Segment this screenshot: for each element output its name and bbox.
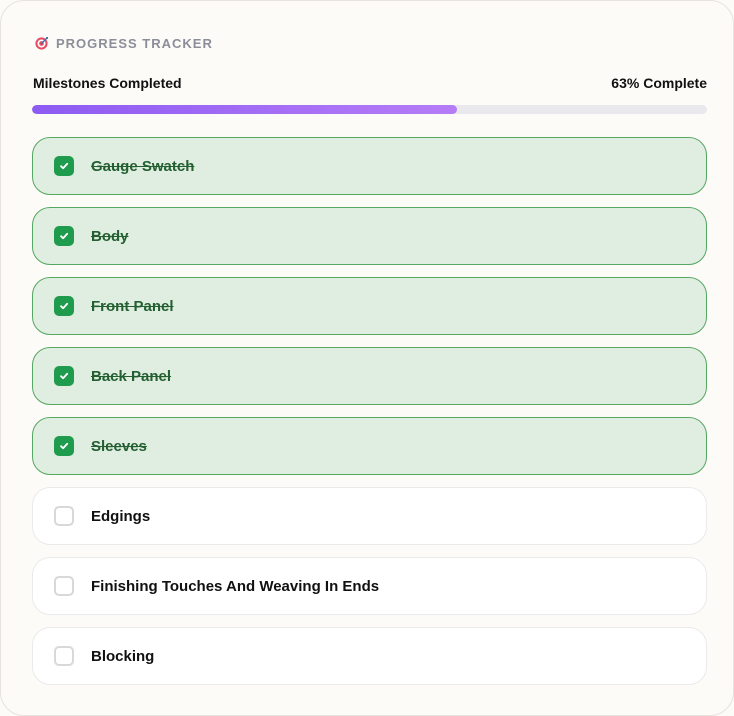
milestone-item-front-panel[interactable]: Front Panel	[32, 277, 707, 335]
milestone-label: Body	[91, 227, 129, 245]
check-icon	[60, 302, 69, 310]
milestone-item-finishing-touches[interactable]: Finishing Touches And Weaving In Ends	[32, 557, 707, 615]
target-icon	[34, 36, 49, 51]
milestone-item-sleeves[interactable]: Sleeves	[32, 417, 707, 475]
progress-tracker-card: PROGRESS TRACKER Milestones Completed 63…	[0, 0, 734, 716]
page-title: PROGRESS TRACKER	[56, 35, 213, 51]
milestone-checkbox[interactable]	[54, 506, 74, 526]
milestone-label: Sleeves	[91, 437, 147, 455]
progress-label: Milestones Completed	[33, 75, 182, 91]
milestone-label: Edgings	[91, 507, 151, 525]
milestone-checkbox[interactable]	[54, 436, 74, 456]
milestone-checkbox[interactable]	[54, 156, 74, 176]
milestone-label: Blocking	[91, 647, 155, 665]
milestone-item-edgings[interactable]: Edgings	[32, 487, 707, 545]
check-icon	[60, 232, 69, 240]
milestone-checkbox[interactable]	[54, 226, 74, 246]
progress-percent-text: 63% Complete	[611, 75, 707, 91]
milestone-checkbox[interactable]	[54, 366, 74, 386]
milestone-label: Front Panel	[91, 297, 174, 315]
progress-bar	[32, 105, 707, 114]
progress-summary: Milestones Completed 63% Complete	[33, 74, 707, 92]
progress-bar-fill	[32, 105, 458, 114]
milestone-checkbox[interactable]	[54, 576, 74, 596]
milestone-item-body[interactable]: Body	[32, 207, 707, 265]
milestone-item-gauge-swatch[interactable]: Gauge Swatch	[32, 137, 707, 195]
milestone-checkbox[interactable]	[54, 296, 74, 316]
milestone-item-blocking[interactable]: Blocking	[32, 627, 707, 685]
milestone-label: Back Panel	[91, 367, 172, 385]
tracker-header: PROGRESS TRACKER	[34, 34, 213, 52]
check-icon	[60, 442, 69, 450]
milestone-item-back-panel[interactable]: Back Panel	[32, 347, 707, 405]
milestone-checkbox[interactable]	[54, 646, 74, 666]
milestone-list: Gauge Swatch Body Front Panel Back Panel…	[32, 137, 707, 697]
check-icon	[60, 162, 69, 170]
milestone-label: Gauge Swatch	[91, 157, 195, 175]
milestone-label: Finishing Touches And Weaving In Ends	[91, 577, 380, 595]
check-icon	[60, 372, 69, 380]
